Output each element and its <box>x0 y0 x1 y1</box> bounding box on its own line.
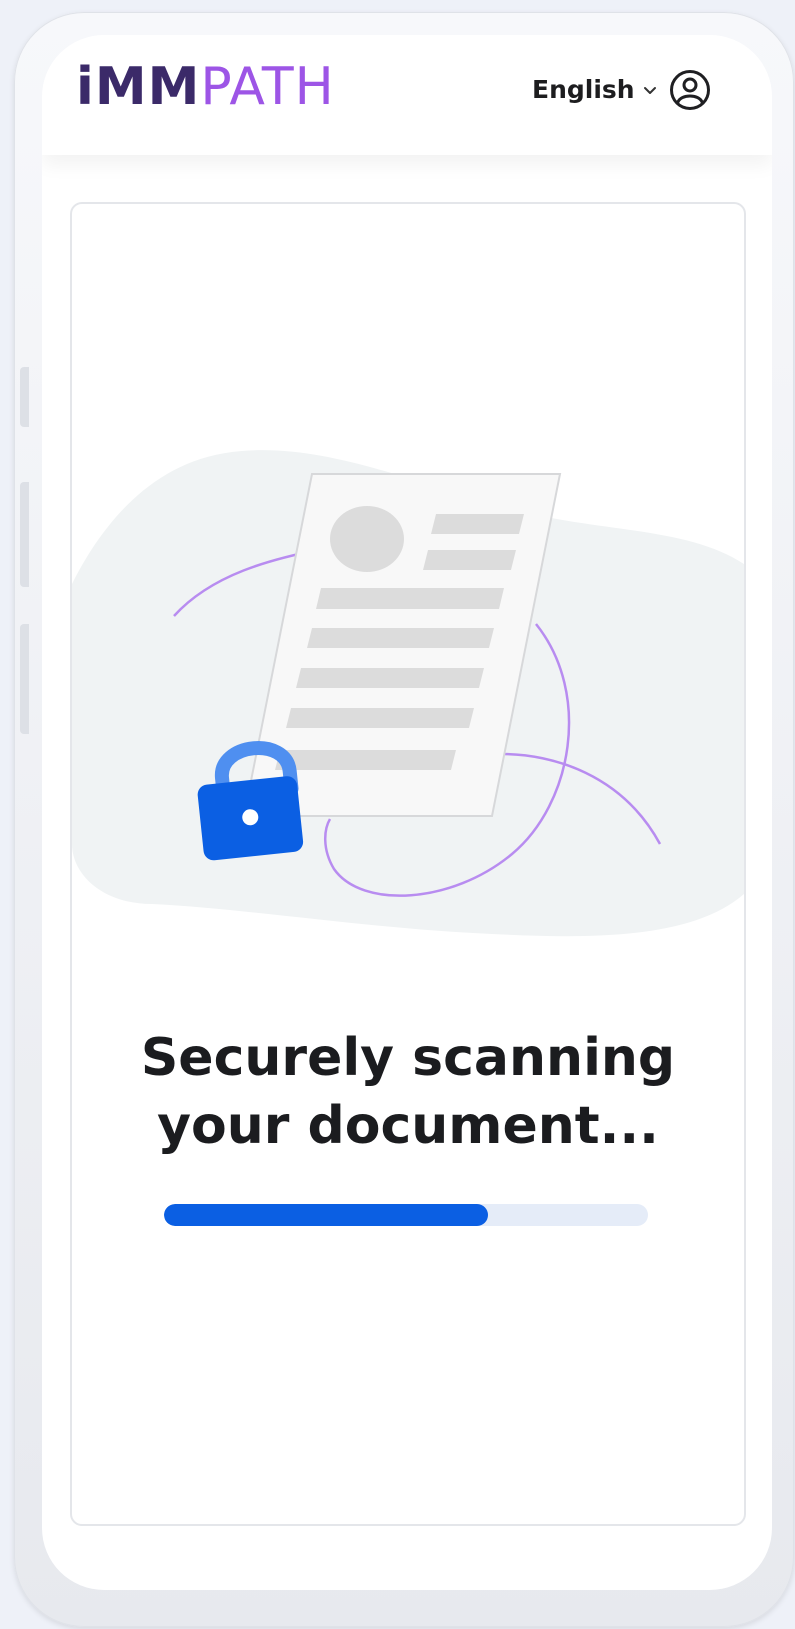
scan-progress-fill <box>164 1204 489 1226</box>
language-label: English <box>532 75 635 104</box>
scanning-title-line-2: your document... <box>157 1096 659 1156</box>
scanning-title: Securely scanning your document... <box>72 1024 744 1160</box>
logo-text-accent: PATH <box>200 57 335 117</box>
app-header: iMMPATH English <box>42 35 772 155</box>
user-circle-icon[interactable] <box>669 69 711 111</box>
scanning-title-line-1: Securely scanning <box>140 1028 676 1088</box>
scanning-card: Securely scanning your document... <box>70 202 746 1526</box>
scan-progress-bar <box>164 1204 648 1226</box>
secure-scan-illustration <box>72 450 744 937</box>
phone-screen: iMMPATH English Securely scanning your d… <box>42 35 772 1590</box>
chevron-down-icon <box>643 86 656 94</box>
side-button <box>20 482 29 587</box>
side-button <box>20 367 29 427</box>
logo-text-primary: iMM <box>76 57 201 117</box>
side-button <box>20 624 29 734</box>
language-selector[interactable]: English <box>532 75 657 104</box>
immpath-logo[interactable]: iMMPATH <box>76 61 335 113</box>
